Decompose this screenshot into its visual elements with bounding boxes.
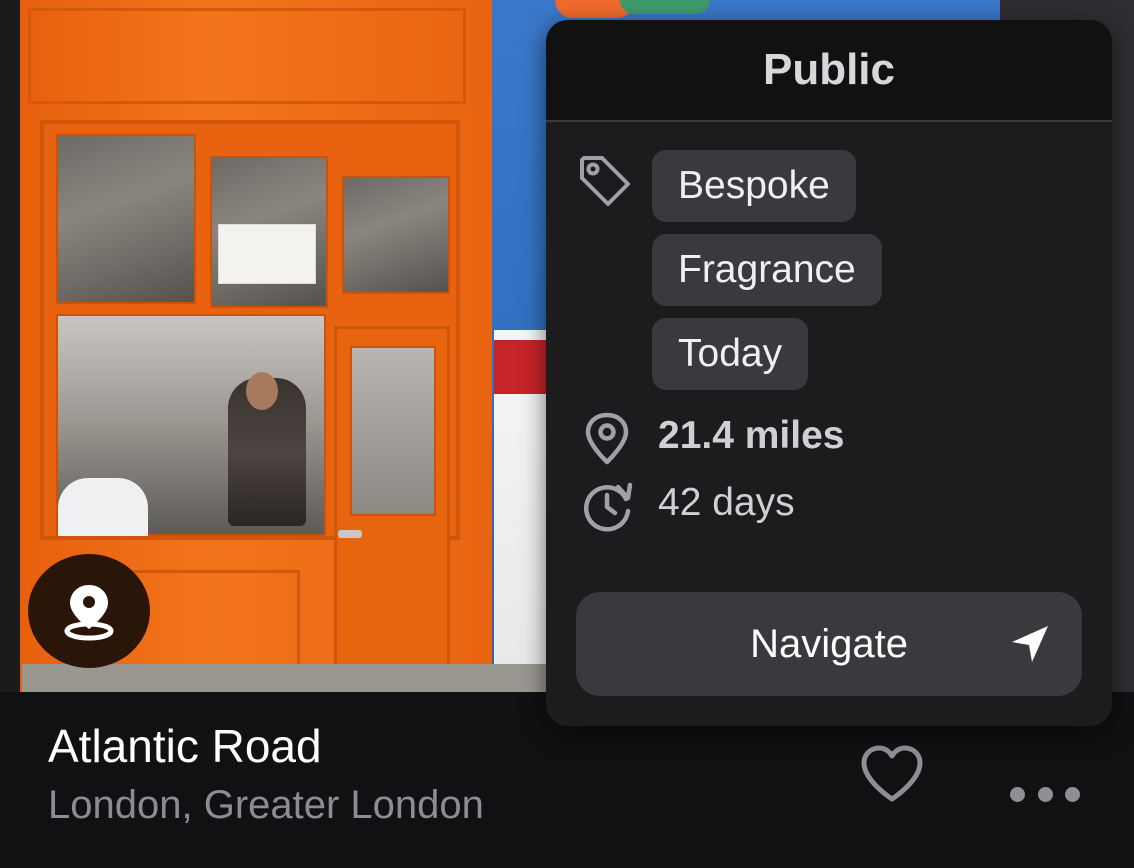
tag-label: Today xyxy=(678,332,783,375)
map-pin-icon xyxy=(64,585,114,641)
more-dots-icon xyxy=(1010,786,1025,802)
details-popover: Public Bespoke Fragrance Today 21.4 mile… xyxy=(546,20,1112,726)
navigate-button[interactable]: Navigate xyxy=(576,592,1082,696)
photo-person-head xyxy=(246,372,278,410)
tag-label: Bespoke xyxy=(678,164,830,207)
photo-floor xyxy=(22,664,562,692)
location-icon xyxy=(585,412,629,465)
photo-person xyxy=(58,478,148,536)
photo-banner-logo xyxy=(494,340,548,394)
age-text: 42 days xyxy=(658,481,795,524)
photo-door-handle xyxy=(338,530,362,538)
place-title: Atlantic Road xyxy=(48,720,322,772)
tag-chip[interactable]: Fragrance xyxy=(652,234,882,306)
tag-icon xyxy=(580,156,630,206)
map-pin-button[interactable] xyxy=(28,554,150,668)
visibility-title: Public xyxy=(762,45,896,94)
tag-chip[interactable]: Bespoke xyxy=(652,150,856,222)
clock-history-icon xyxy=(583,482,633,532)
tag-label: Fragrance xyxy=(678,248,856,291)
photo-panel xyxy=(28,8,466,104)
more-button[interactable] xyxy=(1004,772,1086,816)
photo-window-pane xyxy=(56,134,196,304)
place-card: Atlantic Road London, Greater London Pub… xyxy=(0,0,1134,868)
navigate-label: Navigate xyxy=(750,621,908,666)
tag-chip[interactable]: Today xyxy=(652,318,809,390)
photo-door-glass xyxy=(350,346,436,516)
photo-plant xyxy=(620,0,710,14)
photo-wall xyxy=(0,0,22,692)
more-dots-icon xyxy=(1065,786,1080,802)
navigation-arrow-icon xyxy=(1012,626,1048,662)
photo-window-pane xyxy=(342,176,450,294)
place-location: London, Greater London xyxy=(48,783,484,827)
heart-icon xyxy=(861,745,923,802)
distance-text: 21.4 miles xyxy=(658,414,845,457)
more-dots-icon xyxy=(1037,786,1053,802)
favorite-button[interactable] xyxy=(858,740,926,808)
popover-header: Public xyxy=(546,20,1112,122)
photo-sign xyxy=(218,224,316,284)
